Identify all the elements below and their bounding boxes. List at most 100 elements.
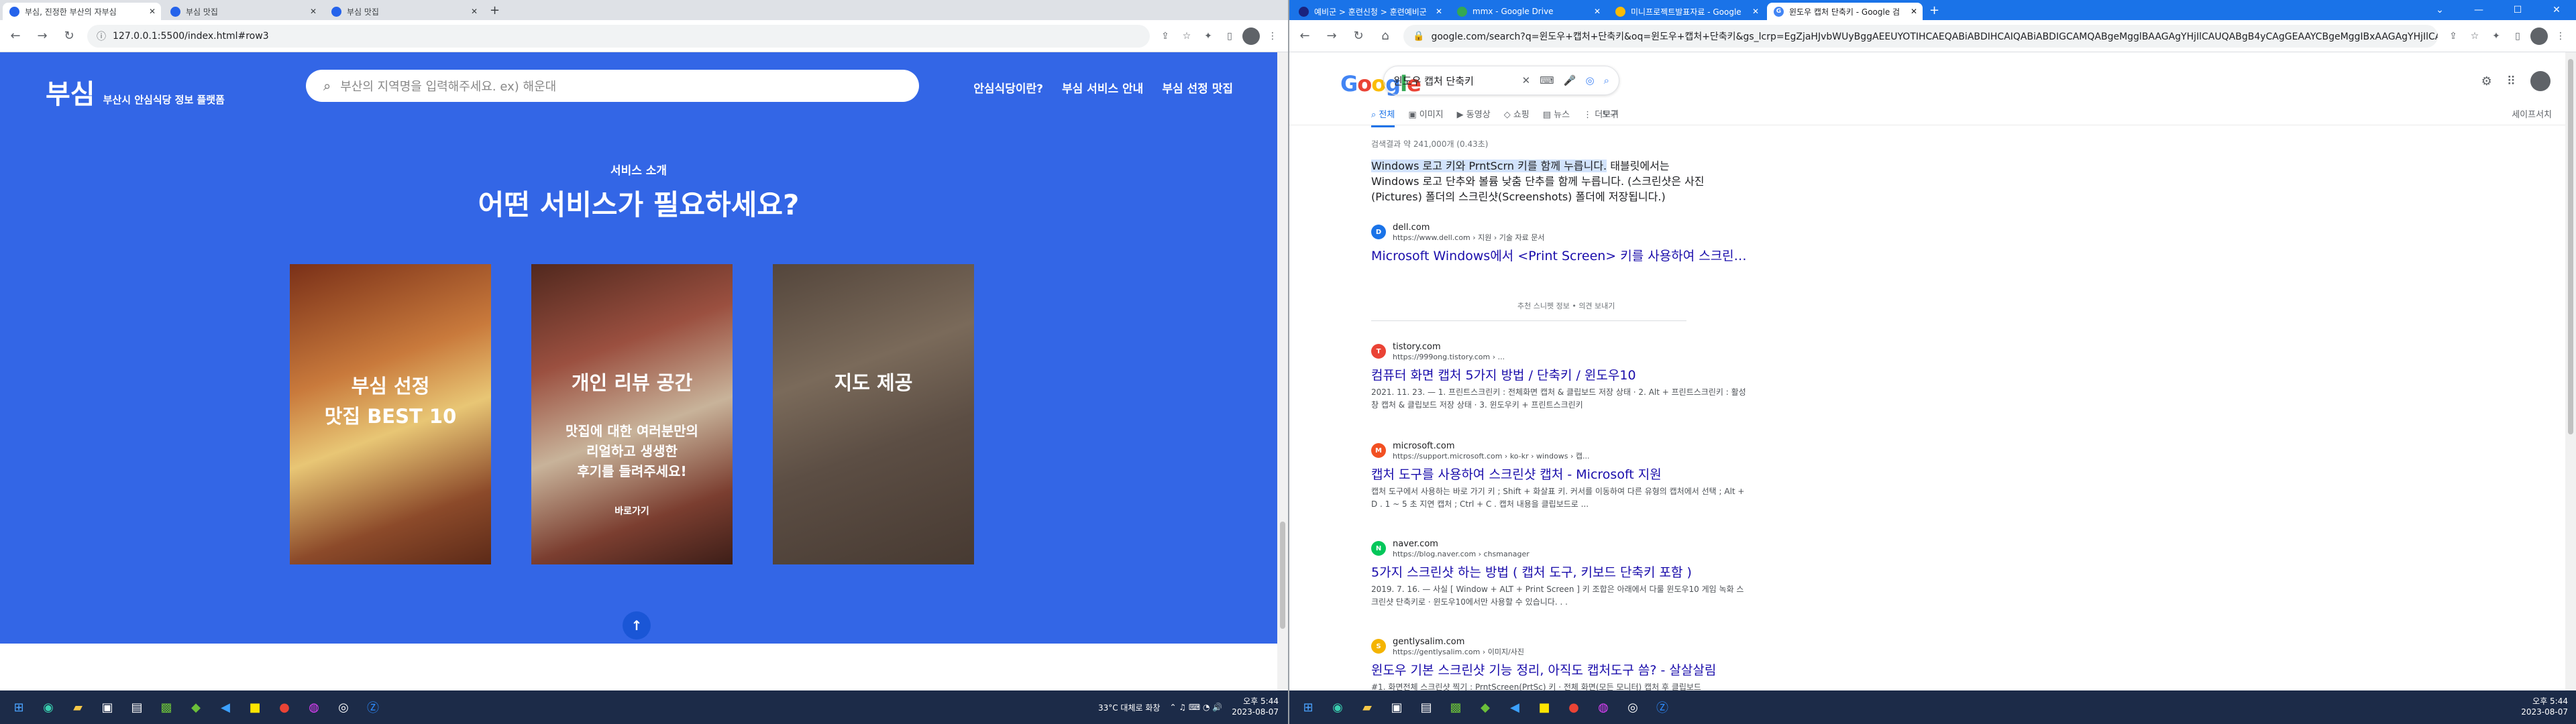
clock[interactable]: 오후 5:44 2023-08-07: [1232, 697, 1279, 717]
safesearch-button[interactable]: 세이프서치: [2512, 107, 2552, 120]
result-title-link[interactable]: 캡처 도구를 사용하여 스크린샷 캡처 - Microsoft 지원: [1371, 465, 1747, 483]
file-explorer-icon[interactable]: ▰: [1354, 694, 1381, 721]
share-icon[interactable]: ⇪: [1157, 27, 1174, 45]
close-icon[interactable]: ✕: [471, 7, 478, 16]
bookmark-star-icon[interactable]: ☆: [2466, 27, 2483, 45]
app-icon[interactable]: ◆: [1472, 694, 1499, 721]
sidepanel-icon[interactable]: ▯: [1221, 27, 1238, 45]
lens-icon[interactable]: ◎: [1586, 74, 1595, 86]
browser-tab[interactable]: mmx - Google Drive ✕: [1450, 3, 1606, 20]
region-search-input[interactable]: ⌕ 부산의 지역명을 입력해주세요. ex) 해운대: [306, 70, 919, 102]
result-url[interactable]: https://support.microsoft.com › ko-kr › …: [1393, 452, 1589, 461]
google-search-box[interactable]: 윈도우 캡처 단축키 ✕ ⌨ 🎤 ◎ ⌕: [1383, 66, 1619, 95]
address-bar[interactable]: ⓘ 127.0.0.1:5500/index.html#row3: [87, 24, 1150, 48]
settings-gear-icon[interactable]: ⚙: [2481, 74, 2492, 88]
reload-icon[interactable]: ↻: [1347, 25, 1370, 48]
github-icon[interactable]: ◎: [1619, 694, 1646, 721]
service-card-map[interactable]: 지도 제공: [773, 264, 974, 564]
minecraft-icon[interactable]: ▩: [1442, 694, 1469, 721]
lock-icon[interactable]: 🔒: [1413, 31, 1424, 42]
menu-icon[interactable]: ⋮: [2552, 27, 2569, 45]
scrollbar-thumb[interactable]: [2568, 59, 2573, 434]
search-icon[interactable]: ⌕: [1604, 74, 1609, 86]
browser-tab[interactable]: 부심 맛집 ✕: [164, 3, 322, 20]
browser-tab[interactable]: G 윈도우 캡처 단축키 - Google 검 ✕: [1767, 3, 1923, 20]
profile-avatar[interactable]: L: [2530, 27, 2548, 45]
vscode-icon[interactable]: ◀: [1501, 694, 1528, 721]
zoom-icon[interactable]: Ⓩ: [1649, 694, 1676, 721]
vscode-icon[interactable]: ◀: [212, 694, 239, 721]
card-cta-link[interactable]: 바로가기: [531, 504, 733, 518]
kakaotalk-icon[interactable]: ■: [1531, 694, 1558, 721]
back-icon[interactable]: ←: [4, 25, 27, 48]
result-url[interactable]: https://gentlysalim.com › 이미지/사진: [1393, 648, 1524, 656]
browser-tab[interactable]: 미니프로젝트발표자료 - Google ✕: [1609, 3, 1764, 20]
forward-icon[interactable]: →: [31, 25, 54, 48]
close-icon[interactable]: ✕: [149, 7, 156, 16]
close-window-icon[interactable]: ✕: [2537, 0, 2576, 20]
app-icon[interactable]: ◍: [301, 694, 327, 721]
voice-search-icon[interactable]: 🎤: [1564, 74, 1576, 86]
edge-icon[interactable]: ◉: [35, 694, 62, 721]
address-bar[interactable]: 🔒 google.com/search?q=윈도우+캡처+단축키&oq=윈도우+…: [1403, 24, 2438, 48]
menu-icon[interactable]: ⋮: [1264, 27, 1281, 45]
extensions-icon[interactable]: ✦: [1199, 27, 1217, 45]
reload-icon[interactable]: ↻: [58, 25, 80, 48]
result-title-link[interactable]: 5가지 스크린샷 하는 방법 ( 캡처 도구, 키보드 단축키 포함 ): [1371, 562, 1747, 581]
result-url[interactable]: https://blog.naver.com › chsmanager: [1393, 550, 1529, 558]
nav-link-services[interactable]: 부심 서비스 안내: [1062, 79, 1143, 96]
tray-icons[interactable]: ⌃ ♫ ⌨ ◔ 🔊: [1169, 703, 1222, 712]
new-tab-icon[interactable]: +: [1929, 3, 1939, 17]
edge-icon[interactable]: ◉: [1324, 694, 1351, 721]
close-icon[interactable]: ✕: [310, 7, 317, 16]
profile-avatar[interactable]: L: [1242, 27, 1260, 45]
app-icon[interactable]: ◆: [182, 694, 209, 721]
extensions-icon[interactable]: ✦: [2487, 27, 2505, 45]
windows-start-icon[interactable]: ⊞: [5, 694, 32, 721]
home-icon[interactable]: ⌂: [1374, 25, 1397, 48]
info-icon[interactable]: ⓘ: [97, 29, 106, 43]
browser-tab[interactable]: 예비군 > 훈련신청 > 훈련예비군 ✕: [1292, 3, 1448, 20]
account-avatar[interactable]: L: [2530, 71, 2551, 91]
terminal-icon[interactable]: ▤: [123, 694, 150, 721]
close-icon[interactable]: ✕: [1752, 7, 1759, 16]
scrollbar[interactable]: [2565, 52, 2576, 690]
chrome-icon[interactable]: ●: [1560, 694, 1587, 721]
browser-tab[interactable]: 부심 맛집 ✕: [325, 3, 483, 20]
maximize-icon[interactable]: ☐: [2498, 0, 2537, 20]
weather-widget[interactable]: 33°C 대체로 화창: [1098, 702, 1160, 713]
windows-start-icon[interactable]: ⊞: [1295, 694, 1322, 721]
share-icon[interactable]: ⇪: [2445, 27, 2462, 45]
sidepanel-icon[interactable]: ▯: [2509, 27, 2526, 45]
file-explorer-icon[interactable]: ▰: [64, 694, 91, 721]
chrome-icon[interactable]: ●: [271, 694, 298, 721]
scrollbar[interactable]: [1277, 52, 1288, 690]
app-icon[interactable]: ◍: [1590, 694, 1617, 721]
result-title-link[interactable]: 윈도우 기본 스크린샷 기능 정리, 아직도 캡처도구 씀? - 살살살림: [1371, 660, 1747, 678]
scrollbar-thumb[interactable]: [1280, 522, 1285, 629]
kakaotalk-icon[interactable]: ■: [241, 694, 268, 721]
close-icon[interactable]: ✕: [1436, 7, 1442, 16]
keyboard-icon[interactable]: ⌨: [1540, 74, 1554, 86]
apps-grid-icon[interactable]: ⠿: [2507, 74, 2516, 88]
site-logo[interactable]: 부심 부산시 안심식당 정보 플랫폼: [46, 72, 225, 111]
result-url[interactable]: https://www.dell.com › 지원 › 기술 자료 문서: [1393, 233, 1545, 242]
tab-search-icon[interactable]: ⌄: [2420, 0, 2459, 20]
close-icon[interactable]: ✕: [1594, 7, 1601, 16]
minecraft-icon[interactable]: ▩: [153, 694, 180, 721]
service-card-best10[interactable]: 부심 선정 맛집 BEST 10: [290, 264, 491, 564]
browser-tab[interactable]: 부심, 진정한 부산의 자부심 ✕: [3, 3, 161, 20]
result-title-link[interactable]: 컴퓨터 화면 캡처 5가지 방법 / 단축키 / 윈도우10: [1371, 365, 1747, 383]
forward-icon[interactable]: →: [1320, 25, 1343, 48]
zoom-icon[interactable]: Ⓩ: [360, 694, 386, 721]
service-card-review[interactable]: 개인 리뷰 공간 맛집에 대한 여러분만의 리얼하고 생생한 후기를 들려주세요…: [531, 264, 733, 564]
store-icon[interactable]: ▣: [1383, 694, 1410, 721]
scroll-top-button[interactable]: ↑: [623, 611, 651, 640]
minimize-icon[interactable]: —: [2459, 0, 2498, 20]
back-icon[interactable]: ←: [1293, 25, 1316, 48]
nav-link-about[interactable]: 안심식당이란?: [973, 79, 1043, 96]
nav-link-picks[interactable]: 부심 선정 맛집: [1162, 79, 1233, 96]
bookmark-star-icon[interactable]: ☆: [1178, 27, 1195, 45]
featured-snippet-note[interactable]: 추천 스니펫 정보 • 의견 보내기: [1517, 300, 1615, 311]
tools-button[interactable]: 도구: [1602, 107, 1618, 120]
